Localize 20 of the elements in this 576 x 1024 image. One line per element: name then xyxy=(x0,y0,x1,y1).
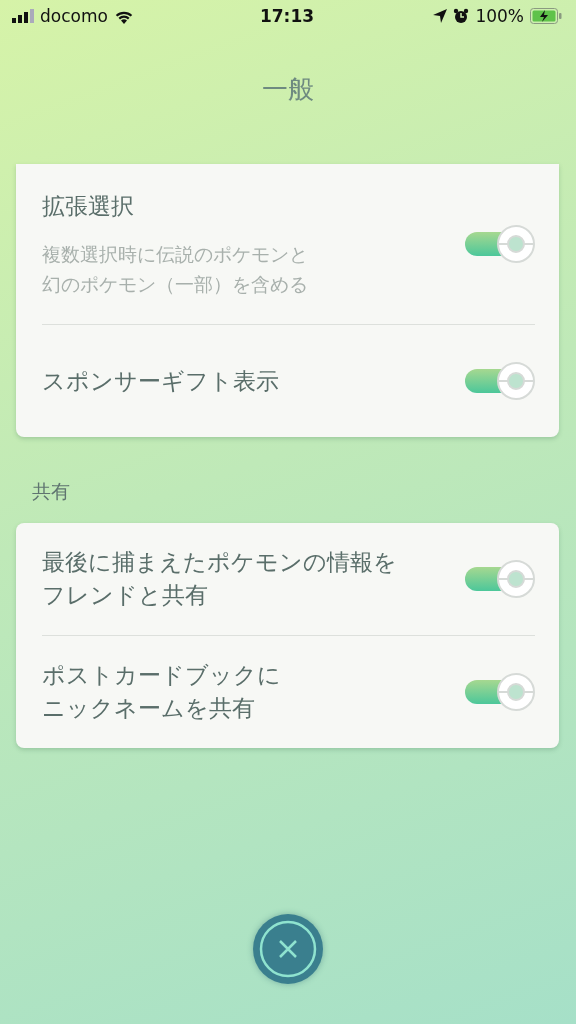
signal-icon xyxy=(12,9,34,23)
toggle-switch[interactable] xyxy=(463,225,535,263)
close-icon xyxy=(259,920,317,978)
toggle-switch[interactable] xyxy=(463,673,535,711)
setting-label: 拡張選択 xyxy=(42,191,135,221)
setting-label: スポンサーギフト表示 xyxy=(42,366,279,396)
toggle-switch[interactable] xyxy=(463,560,535,598)
battery-charging-icon xyxy=(530,8,562,24)
toggle-switch[interactable] xyxy=(463,362,535,400)
close-button[interactable] xyxy=(253,914,323,984)
carrier-name: docomo xyxy=(40,6,108,26)
alarm-clock-icon xyxy=(453,8,470,24)
setting-label: ポストカードブックにニックネームを共有 xyxy=(42,661,282,723)
section-heading: 共有 xyxy=(32,479,70,504)
clock-time: 17:13 xyxy=(259,6,315,26)
battery-percent: 100% xyxy=(475,6,524,26)
setting-description: 複数選択時に伝説のポケモンと幻のポケモン（一部）を含める xyxy=(42,241,309,297)
location-arrow-icon xyxy=(433,9,448,23)
page-title: 一般 xyxy=(261,73,315,106)
setting-label: 最後に捕まえたポケモンの情報をフレンドと共有 xyxy=(42,548,398,610)
